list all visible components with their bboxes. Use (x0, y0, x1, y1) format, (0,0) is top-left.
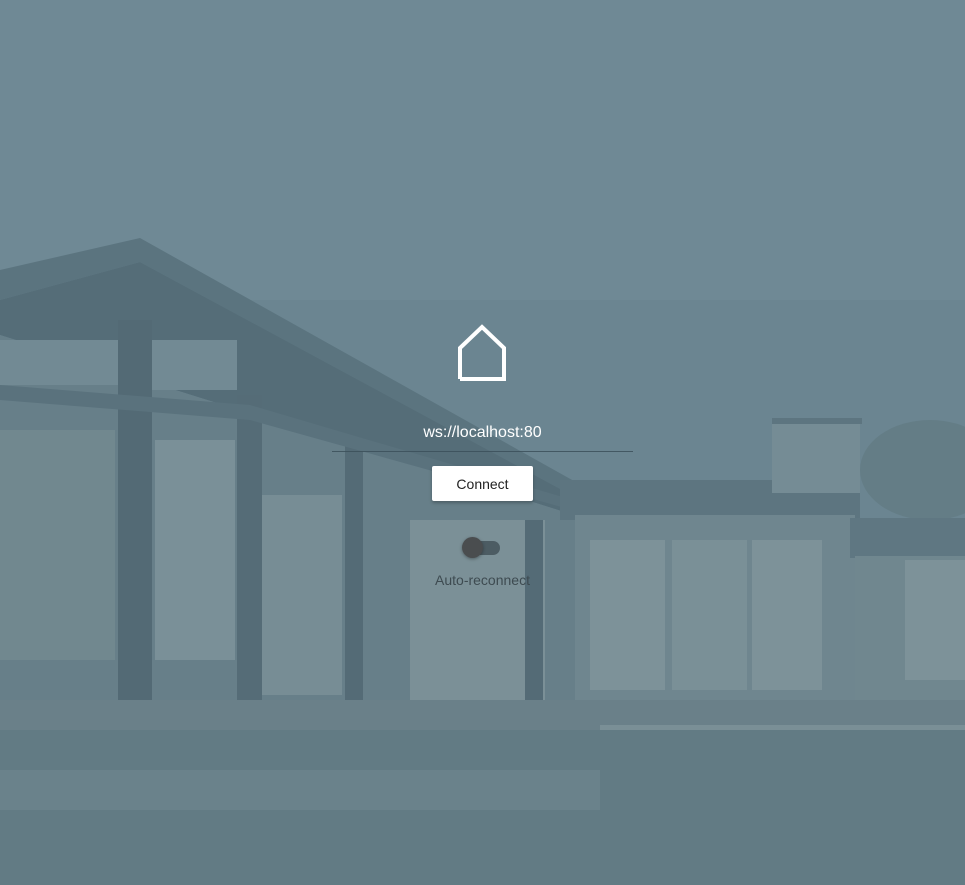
connect-button[interactable]: Connect (432, 466, 533, 501)
auto-reconnect-label: Auto-reconnect (435, 572, 530, 588)
auto-reconnect-toggle[interactable] (462, 537, 502, 559)
toggle-knob (462, 537, 483, 558)
server-url-input[interactable] (332, 414, 633, 452)
house-outline-icon (458, 324, 506, 381)
